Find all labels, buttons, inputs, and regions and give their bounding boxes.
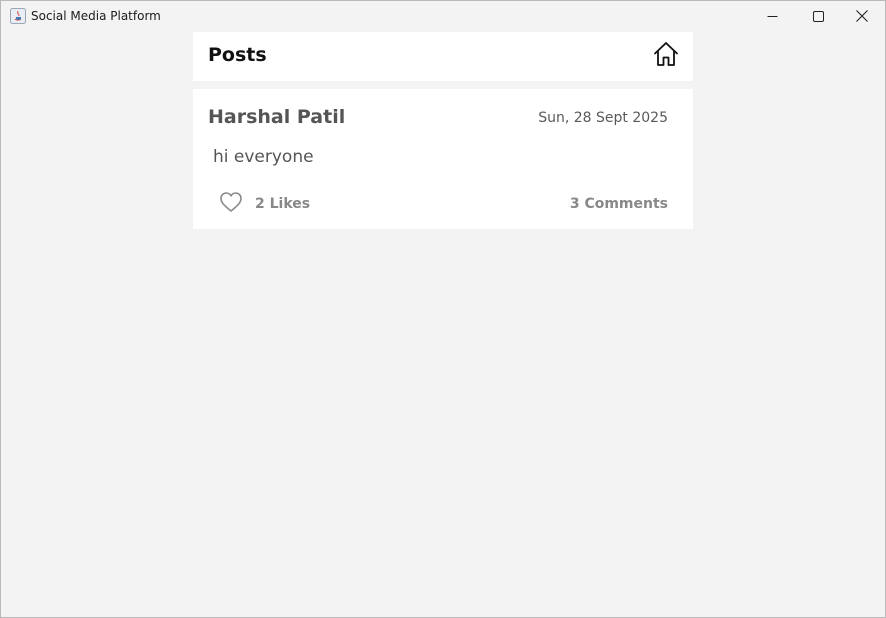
java-app-icon — [10, 8, 26, 24]
post-date: Sun, 28 Sept 2025 — [538, 110, 668, 126]
home-icon — [652, 40, 680, 72]
app-window: Social Media Platform Posts Harshal Pati… — [0, 0, 886, 618]
window-title: Social Media Platform — [31, 9, 161, 23]
post-body: hi everyone — [213, 147, 314, 167]
comments-button[interactable]: 3 Comments — [570, 196, 668, 212]
minimize-button[interactable] — [749, 1, 795, 31]
minimize-icon — [767, 11, 778, 22]
title-bar[interactable]: Social Media Platform — [1, 1, 885, 31]
like-button[interactable] — [219, 192, 243, 216]
likes-count: 2 Likes — [255, 196, 311, 212]
post-author[interactable]: Harshal Patil — [208, 106, 345, 128]
maximize-icon — [812, 10, 824, 22]
page-title: Posts — [208, 44, 267, 66]
post-card: Harshal Patil Sun, 28 Sept 2025 hi every… — [193, 89, 693, 229]
posts-header: Posts — [193, 32, 693, 81]
close-button[interactable] — [839, 1, 885, 31]
heart-outline-icon — [219, 191, 243, 217]
close-icon — [856, 10, 868, 22]
main-content: Posts Harshal Patil Sun, 28 Sept 2025 hi… — [1, 31, 885, 617]
home-button[interactable] — [651, 41, 681, 71]
maximize-button[interactable] — [795, 1, 841, 31]
